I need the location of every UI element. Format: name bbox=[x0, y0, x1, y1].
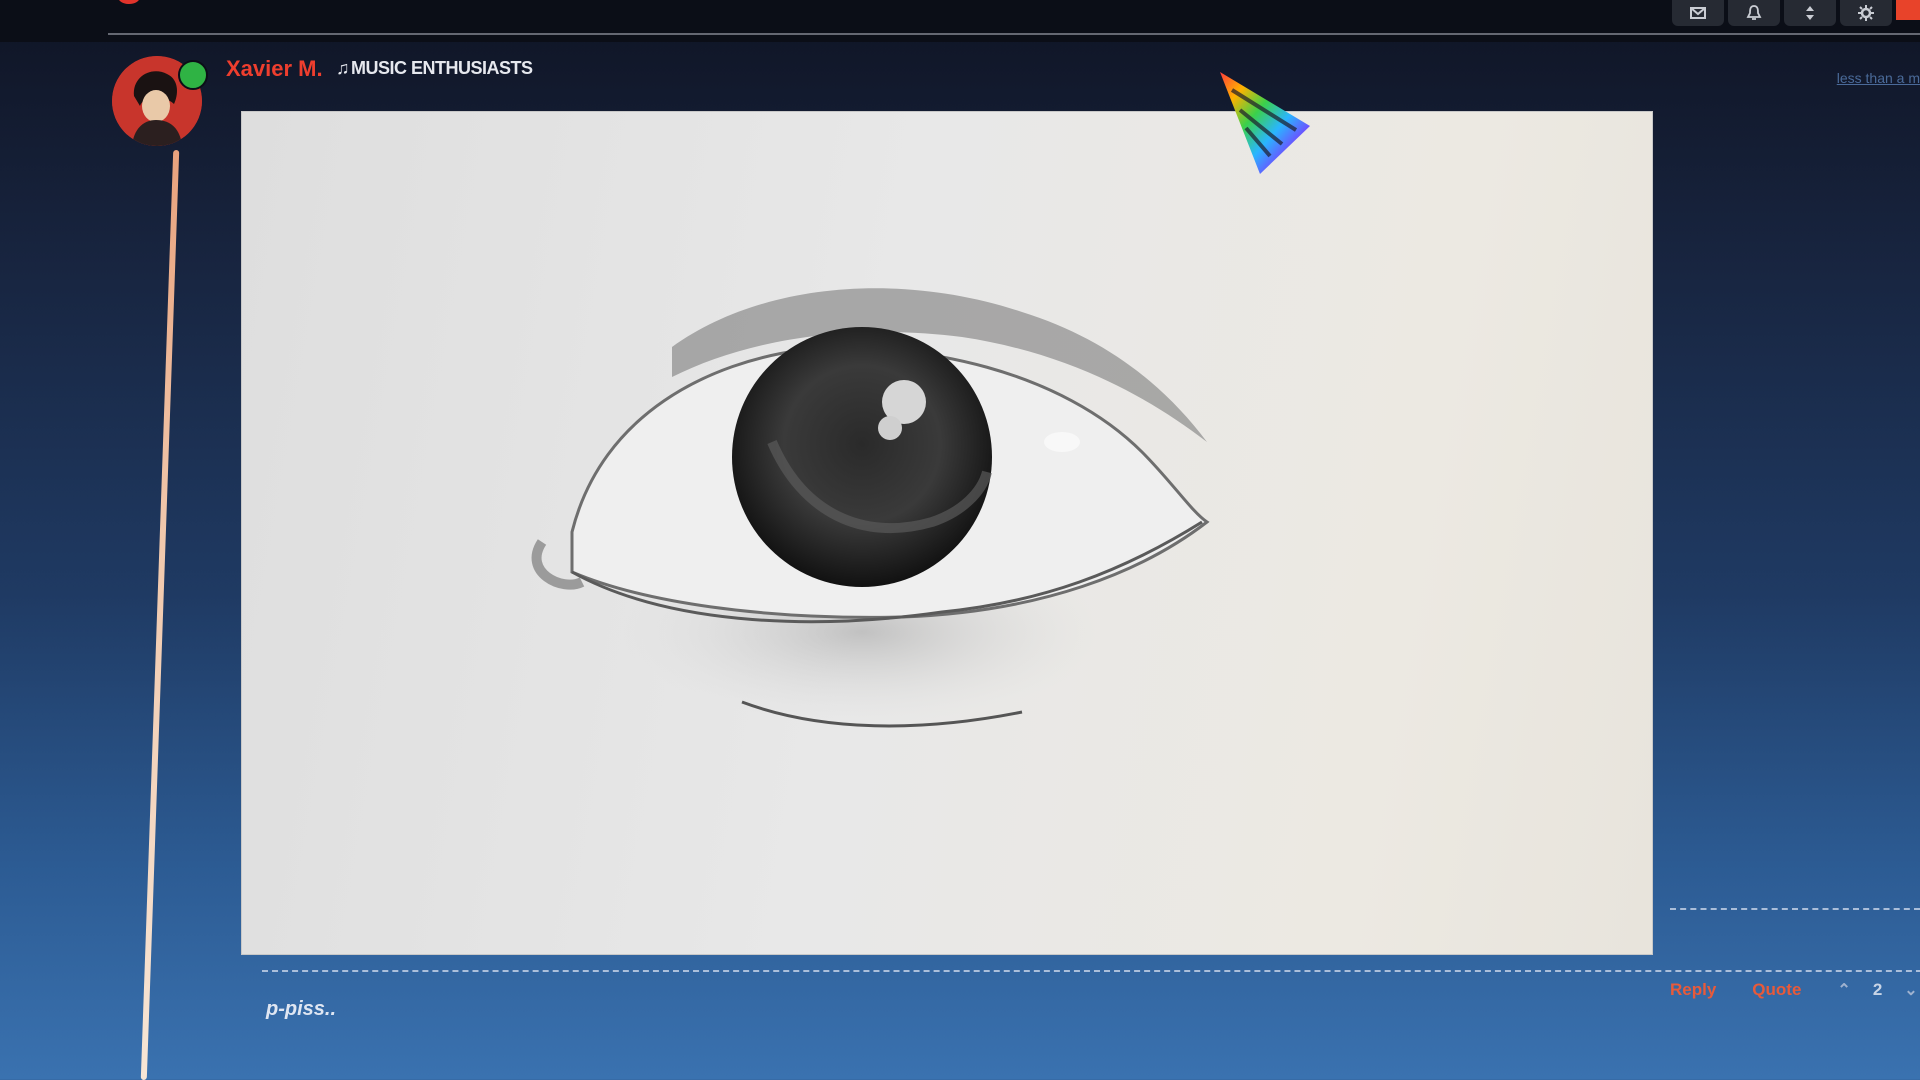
inbox-icon[interactable] bbox=[1672, 0, 1724, 26]
vote-control: ⌃ 2 ⌄ bbox=[1837, 980, 1917, 1000]
post-actions: Reply Quote ⌃ 2 ⌄ bbox=[1670, 980, 1918, 1000]
separator bbox=[262, 970, 1920, 972]
gear-icon[interactable] bbox=[1840, 0, 1892, 26]
post-author[interactable]: Xavier M. bbox=[226, 56, 323, 82]
post-image[interactable] bbox=[242, 112, 1652, 954]
thread-line bbox=[140, 150, 180, 1080]
chevron-up-icon[interactable]: ⌃ bbox=[1837, 980, 1850, 1000]
bell-icon[interactable] bbox=[1728, 0, 1780, 26]
party-hat-icon bbox=[1220, 72, 1310, 174]
user-badge[interactable]: ♫ MUSIC ENTHUSIASTS bbox=[336, 58, 533, 79]
online-status-indicator bbox=[178, 60, 208, 90]
top-bar bbox=[0, 0, 1920, 42]
music-note-icon: ♫ bbox=[336, 58, 350, 78]
vote-count: 2 bbox=[1872, 980, 1883, 999]
header-divider bbox=[108, 33, 1920, 35]
chevron-down-icon[interactable]: ⌄ bbox=[1904, 980, 1917, 1000]
sort-icon[interactable] bbox=[1784, 0, 1836, 26]
post-body-text: p-piss.. bbox=[266, 998, 337, 1020]
badge-label: MUSIC ENTHUSIASTS bbox=[351, 58, 533, 78]
user-menu-accent[interactable] bbox=[1896, 0, 1920, 20]
post-timestamp[interactable]: less than a m bbox=[1837, 70, 1920, 86]
top-icon-group bbox=[1672, 0, 1920, 26]
separator-right bbox=[1670, 908, 1920, 910]
eye-drawing bbox=[531, 288, 1210, 728]
app-logo[interactable] bbox=[118, 0, 140, 4]
quote-button[interactable]: Quote bbox=[1752, 980, 1801, 1000]
reply-button[interactable]: Reply bbox=[1670, 980, 1716, 1000]
